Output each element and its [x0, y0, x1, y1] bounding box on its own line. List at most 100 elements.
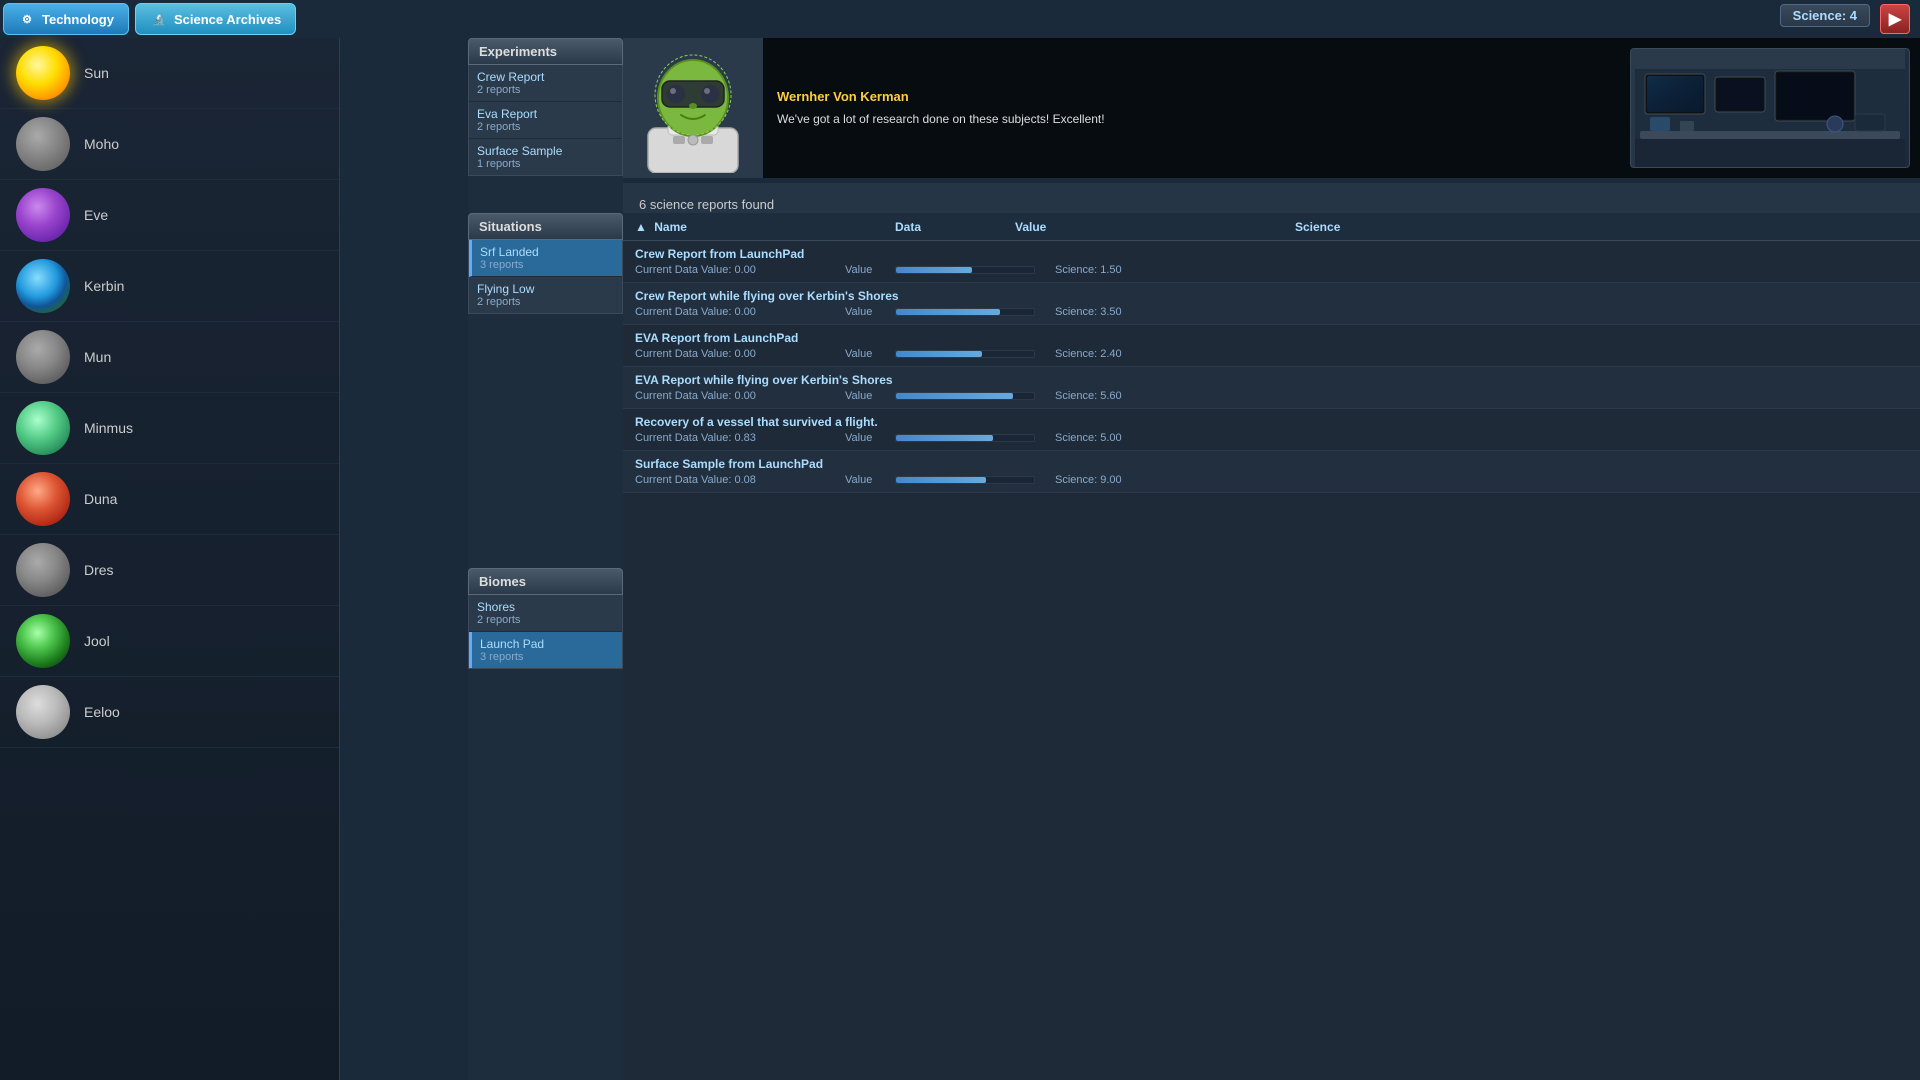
report-bar-fill — [896, 393, 1013, 399]
reports-count: 6 science reports found — [639, 197, 774, 212]
situation-srf-landed[interactable]: Srf Landed 3 reports — [469, 240, 622, 277]
report-data-value: Current Data Value: 0.00 — [635, 264, 835, 276]
science-icon: 🔬 — [150, 10, 168, 28]
biomes-block: Biomes Shores 2 reports Launch Pad 3 rep… — [468, 568, 623, 685]
report-row[interactable]: Crew Report while flying over Kerbin's S… — [623, 283, 1920, 325]
report-row[interactable]: Crew Report from LaunchPad Current Data V… — [623, 241, 1920, 283]
experiment-eva-report[interactable]: Eva Report 2 reports — [469, 102, 622, 139]
report-data-value: Current Data Value: 0.08 — [635, 474, 835, 486]
planet-mun[interactable]: Mun — [0, 322, 339, 393]
experiment-crew-report-name: Crew Report — [477, 70, 614, 84]
situation-flying-low-count: 2 reports — [477, 296, 614, 308]
report-bar-container — [895, 350, 1035, 358]
report-title: Crew Report while flying over Kerbin's S… — [635, 289, 1908, 303]
technology-button[interactable]: ⚙ Technology — [3, 3, 129, 35]
planet-jool-icon — [16, 614, 70, 668]
planet-moho[interactable]: Moho — [0, 109, 339, 180]
report-row[interactable]: EVA Report from LaunchPadCurrent Data Va… — [623, 325, 1920, 367]
lab-scene-svg — [1635, 49, 1905, 167]
situations-block: Situations Srf Landed 3 reports Flying L… — [468, 213, 623, 330]
report-bar-fill — [896, 477, 986, 483]
experiments-block: Experiments Crew Report 2 reports Eva Re… — [468, 38, 623, 192]
report-bar-fill — [896, 351, 982, 357]
biome-shores-name: Shores — [477, 600, 614, 614]
report-science-value: Science: 5.00 — [1055, 432, 1122, 444]
planet-eeloo-label: Eeloo — [84, 704, 120, 720]
planet-moho-label: Moho — [84, 136, 119, 152]
situations-header: Situations — [468, 213, 623, 240]
report-bar-fill — [896, 267, 972, 273]
situation-srf-landed-count: 3 reports — [480, 259, 614, 271]
report-science-value: Science: 5.60 — [1055, 390, 1122, 402]
report-bar-container — [895, 434, 1035, 442]
col-header-name[interactable]: ▲ Name — [635, 220, 895, 234]
biome-shores[interactable]: Shores 2 reports — [469, 595, 622, 632]
tech-icon: ⚙ — [18, 10, 36, 28]
report-data-value: Current Data Value: 0.00 — [635, 348, 835, 360]
sort-arrow-icon: ▲ — [635, 220, 647, 234]
biome-launch-pad[interactable]: Launch Pad 3 reports — [469, 632, 622, 668]
col-header-data[interactable]: Data — [895, 220, 1015, 234]
report-value-label: Value — [845, 306, 885, 318]
situation-flying-low-name: Flying Low — [477, 282, 614, 296]
experiment-surface-sample[interactable]: Surface Sample 1 reports — [469, 139, 622, 175]
planet-duna[interactable]: Duna — [0, 464, 339, 535]
experiment-crew-report-count: 2 reports — [477, 84, 614, 96]
planet-mun-icon — [16, 330, 70, 384]
biomes-header: Biomes — [468, 568, 623, 595]
report-bar-fill — [896, 309, 1000, 315]
planet-panel: Sun Moho Eve Kerbin MunMinmusDunaDresJool Eel… — [0, 38, 340, 1080]
planet-jool[interactable]: Jool — [0, 606, 339, 677]
report-data-value: Current Data Value: 0.00 — [635, 306, 835, 318]
science-label: Science Archives — [174, 12, 281, 27]
col-header-value[interactable]: Value — [1015, 220, 1295, 234]
planet-kerbin-label: Kerbin — [84, 278, 124, 294]
character-image — [623, 38, 763, 178]
report-title: Crew Report from LaunchPad — [635, 247, 1908, 261]
planet-dres[interactable]: Dres — [0, 535, 339, 606]
science-archives-button[interactable]: 🔬 Science Archives — [135, 3, 296, 35]
report-title: Surface Sample from LaunchPad — [635, 457, 1908, 471]
planet-kerbin[interactable]: Kerbin — [0, 251, 339, 322]
report-bar-container — [895, 308, 1035, 316]
planet-moho-icon — [16, 117, 70, 171]
biome-launch-pad-name: Launch Pad — [480, 637, 614, 651]
report-details: Current Data Value: 0.00ValueScience: 5.… — [635, 390, 1908, 402]
report-row[interactable]: Surface Sample from LaunchPad Current Dat… — [623, 451, 1920, 493]
report-value-label: Value — [845, 474, 885, 486]
character-popup: Wernher Von Kerman We've got a lot of re… — [623, 38, 1920, 178]
esb-panel: Experiments Crew Report 2 reports Eva Re… — [468, 38, 623, 1080]
planet-minmus[interactable]: Minmus — [0, 393, 339, 464]
planet-minmus-icon — [16, 401, 70, 455]
planet-duna-icon — [16, 472, 70, 526]
reports-area: Wernher Von Kerman We've got a lot of re… — [623, 38, 1920, 1080]
experiments-list: Crew Report 2 reports Eva Report 2 repor… — [468, 65, 623, 176]
report-row[interactable]: EVA Report while flying over Kerbin's Sh… — [623, 367, 1920, 409]
planet-eeloo[interactable]: Eeloo — [0, 677, 339, 748]
character-speech: Wernher Von Kerman We've got a lot of re… — [763, 38, 1620, 178]
report-science-value: Science: 3.50 — [1055, 306, 1122, 318]
report-bar-container — [895, 266, 1035, 274]
report-details: Current Data Value: 0.83ValueScience: 5.… — [635, 432, 1908, 444]
biome-shores-count: 2 reports — [477, 614, 614, 626]
biomes-list: Shores 2 reports Launch Pad 3 reports — [468, 595, 623, 669]
tech-label: Technology — [42, 12, 114, 27]
col-header-science[interactable]: Science — [1295, 220, 1415, 234]
report-value-label: Value — [845, 264, 885, 276]
report-bar-container — [895, 476, 1035, 484]
situation-flying-low[interactable]: Flying Low 2 reports — [469, 277, 622, 313]
planet-list: Sun Moho Eve Kerbin MunMinmusDunaDresJool Eel… — [0, 38, 339, 748]
report-value-label: Value — [845, 348, 885, 360]
experiments-header: Experiments — [468, 38, 623, 65]
report-title: Recovery of a vessel that survived a fli… — [635, 415, 1908, 429]
planet-dres-icon — [16, 543, 70, 597]
planet-eve[interactable]: Eve — [0, 180, 339, 251]
report-row[interactable]: Recovery of a vessel that survived a fli… — [623, 409, 1920, 451]
close-button[interactable]: ▶ — [1880, 4, 1910, 34]
experiment-crew-report[interactable]: Crew Report 2 reports — [469, 65, 622, 102]
report-value-label: Value — [845, 432, 885, 444]
planet-sun[interactable]: Sun — [0, 38, 339, 109]
science-counter: Science: 4 — [1780, 4, 1870, 27]
report-details: Current Data Value: 0.00 Value Science: 3.… — [635, 306, 1908, 318]
report-details: Current Data Value: 0.08ValueScience: 9.… — [635, 474, 1908, 486]
